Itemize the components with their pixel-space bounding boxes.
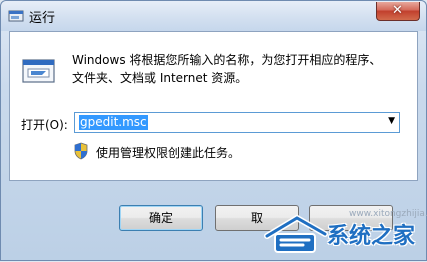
dialog-content: Windows 将根据您所输入的名称，为您打开相应的程序、 文件夹、文档或 In… <box>9 31 418 181</box>
ok-button[interactable]: 确定 <box>119 205 203 231</box>
dropdown-arrow-icon[interactable]: ▼ <box>388 116 395 126</box>
window-title: 运行 <box>29 11 56 26</box>
description-line-2: 文件夹、文档或 Internet 资源。 <box>72 71 248 85</box>
admin-privilege-note: 使用管理权限创建此任务。 <box>96 146 241 160</box>
description-text: Windows 将根据您所输入的名称，为您打开相应的程序、 文件夹、文档或 In… <box>72 51 402 87</box>
open-input-value[interactable]: gpedit.msc <box>79 115 148 130</box>
open-label: 打开(O): <box>21 118 68 132</box>
run-dialog-window: 运行 ✕ Windows 将根据您所输入的名称，为您打开相应的程序、 文件夹、文… <box>0 0 427 261</box>
open-combobox[interactable]: gpedit.msc ▼ <box>74 112 400 133</box>
run-program-icon <box>22 59 55 83</box>
watermark-text: 系统之家 <box>327 224 416 249</box>
title-bar[interactable]: 运行 ✕ <box>1 1 426 31</box>
uac-shield-icon <box>74 142 88 160</box>
description-line-1: Windows 将根据您所输入的名称，为您打开相应的程序、 <box>72 53 382 67</box>
house-logo-icon <box>264 214 328 253</box>
close-icon: ✕ <box>392 3 403 18</box>
watermark: www.xitongzhijia.net 系统之家 <box>261 208 427 262</box>
run-app-icon <box>8 10 24 22</box>
close-button[interactable]: ✕ <box>376 2 420 21</box>
